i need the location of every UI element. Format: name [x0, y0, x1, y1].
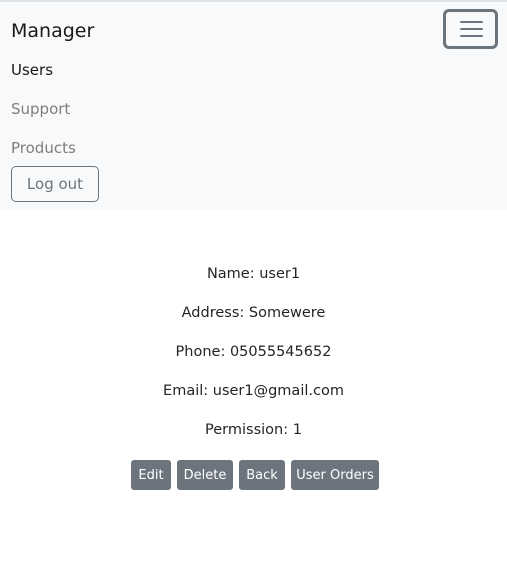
- navbar-toggler-button[interactable]: [443, 9, 498, 49]
- user-permission: Permission: 1: [205, 422, 302, 438]
- logout-button[interactable]: Log out: [11, 166, 99, 202]
- nav-item-users[interactable]: Users: [11, 60, 53, 80]
- user-address: Address: Somewere: [181, 305, 326, 321]
- user-email: Email: user1@gmail.com: [163, 383, 344, 399]
- delete-button[interactable]: Delete: [177, 460, 233, 490]
- back-button[interactable]: Back: [239, 460, 285, 490]
- nav-item-support[interactable]: Support: [11, 99, 70, 119]
- nav-item-products[interactable]: Products: [11, 138, 76, 158]
- user-name: Name: user1: [206, 266, 301, 282]
- edit-button[interactable]: Edit: [131, 460, 171, 490]
- navbar-brand[interactable]: Manager: [11, 19, 94, 43]
- user-orders-button[interactable]: User Orders: [291, 460, 379, 490]
- user-phone: Phone: 05055545652: [175, 344, 332, 360]
- navbar: Manager Users Support Products Log out: [0, 2, 507, 210]
